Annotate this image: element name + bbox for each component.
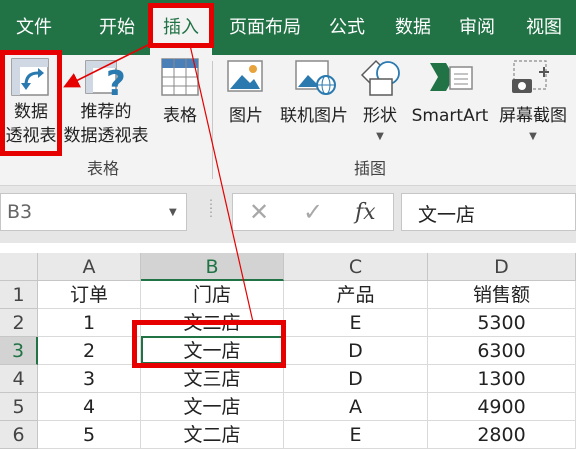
- cell-c4[interactable]: D: [284, 365, 428, 393]
- shapes-button[interactable]: 形状 ▼: [356, 57, 404, 157]
- cell-a4[interactable]: 3: [38, 365, 141, 393]
- shapes-label: 形状: [363, 106, 397, 126]
- highlight-insert-tab: [148, 3, 214, 48]
- cell-c2[interactable]: E: [284, 309, 428, 337]
- ribbon-separator: [212, 61, 213, 179]
- enter-icon[interactable]: ✓: [303, 198, 323, 226]
- cell-b6[interactable]: 文二店: [141, 421, 284, 449]
- cell-c6[interactable]: E: [284, 421, 428, 449]
- screenshot-label: 屏幕截图: [499, 106, 567, 126]
- recommended-pivot-label-1: 推荐的: [80, 102, 132, 122]
- formula-bar-grip-icon[interactable]: ⋮ ⋮: [205, 198, 217, 218]
- online-pictures-button[interactable]: 联机图片: [274, 57, 354, 153]
- name-box[interactable]: B3 ▼: [0, 193, 187, 231]
- worksheet-grid[interactable]: A B C D 1 2 3 4 5 6 订单 门店 产品 销售额 1 文二店 E…: [0, 243, 576, 449]
- smartart-label: SmartArt: [411, 106, 489, 126]
- highlight-pivot-table: [0, 50, 62, 156]
- menu-bar: 文件 开始 插入 页面布局 公式 数据 审阅 视图: [0, 0, 576, 55]
- smartart-icon: [430, 63, 473, 91]
- cell-c3[interactable]: D: [284, 337, 428, 365]
- column-header-d[interactable]: D: [428, 253, 576, 281]
- table-button[interactable]: 表格: [152, 57, 208, 153]
- svg-text:?: ?: [106, 64, 126, 99]
- name-box-dropdown-icon[interactable]: ▼: [169, 207, 177, 218]
- insert-function-icon[interactable]: fx: [355, 200, 376, 225]
- cancel-icon[interactable]: ✕: [249, 198, 269, 226]
- tab-view[interactable]: 视图: [516, 8, 572, 48]
- row-header-5[interactable]: 5: [0, 393, 38, 421]
- shapes-dropdown-icon: ▼: [376, 131, 384, 142]
- recommended-pivot-label-2: 数据透视表: [63, 126, 149, 146]
- tables-group-label: 表格: [86, 159, 119, 178]
- highlight-cell-b3: [132, 320, 286, 368]
- row-header-3[interactable]: 3: [0, 337, 38, 365]
- pictures-button[interactable]: 图片: [220, 57, 272, 153]
- cell-b5[interactable]: 文一店: [141, 393, 284, 421]
- row-header-1[interactable]: 1: [0, 281, 38, 309]
- tab-data[interactable]: 数据: [388, 8, 438, 48]
- online-picture-icon: [295, 60, 336, 95]
- cell-a2[interactable]: 1: [38, 309, 141, 337]
- recommended-pivot-icon: ?: [85, 60, 126, 99]
- row-header-6[interactable]: 6: [0, 421, 38, 449]
- table-icon: [161, 58, 199, 96]
- illustrations-group-label: 插图: [353, 159, 386, 178]
- smartart-button[interactable]: SmartArt: [408, 57, 492, 153]
- column-header-c[interactable]: C: [284, 253, 428, 281]
- row-header-2[interactable]: 2: [0, 309, 38, 337]
- cell-b1[interactable]: 门店: [141, 281, 284, 309]
- shapes-icon: [360, 59, 400, 96]
- cell-d3[interactable]: 6300: [428, 337, 576, 365]
- tab-file[interactable]: 文件: [6, 8, 62, 48]
- screenshot-button[interactable]: 屏幕截图 ▼: [494, 57, 572, 157]
- cell-d1[interactable]: 销售额: [428, 281, 576, 309]
- cell-d5[interactable]: 4900: [428, 393, 576, 421]
- column-header-b[interactable]: B: [141, 253, 284, 281]
- cell-a1[interactable]: 订单: [38, 281, 141, 309]
- cell-b4[interactable]: 文三店: [141, 365, 284, 393]
- formula-input[interactable]: 文一店: [401, 193, 576, 231]
- picture-icon: [227, 60, 263, 92]
- cell-a3[interactable]: 2: [38, 337, 141, 365]
- camera-icon: [512, 60, 549, 93]
- tab-home[interactable]: 开始: [88, 8, 146, 48]
- online-pictures-label: 联机图片: [280, 106, 348, 126]
- cell-c5[interactable]: A: [284, 393, 428, 421]
- pictures-label: 图片: [229, 106, 263, 126]
- recommended-pivot-button[interactable]: ? 推荐的 数据透视表: [62, 57, 150, 153]
- cell-c1[interactable]: 产品: [284, 281, 428, 309]
- cell-d6[interactable]: 2800: [428, 421, 576, 449]
- cell-a5[interactable]: 4: [38, 393, 141, 421]
- column-header-a[interactable]: A: [38, 253, 141, 281]
- formula-bar: B3 ▼ ⋮ ⋮ ✕ ✓ fx 文一店: [0, 186, 576, 243]
- formula-value: 文一店: [418, 204, 476, 226]
- select-all-corner[interactable]: [0, 253, 38, 281]
- cell-d2[interactable]: 5300: [428, 309, 576, 337]
- tab-formulas[interactable]: 公式: [322, 8, 372, 48]
- tab-page-layout[interactable]: 页面布局: [224, 8, 306, 48]
- tab-review[interactable]: 审阅: [452, 8, 502, 48]
- row-header-4[interactable]: 4: [0, 365, 38, 393]
- cell-a6[interactable]: 5: [38, 421, 141, 449]
- formula-buttons: ✕ ✓ fx: [232, 193, 394, 231]
- name-box-value: B3: [7, 201, 33, 223]
- screenshot-dropdown-icon: ▼: [529, 131, 537, 142]
- table-label: 表格: [163, 106, 197, 126]
- cell-d4[interactable]: 1300: [428, 365, 576, 393]
- ribbon-insert: 数据 透视表 ? 推荐的 数据透视表 表格 表格 图片 联机图片 形状 ▼ Sm…: [0, 55, 576, 186]
